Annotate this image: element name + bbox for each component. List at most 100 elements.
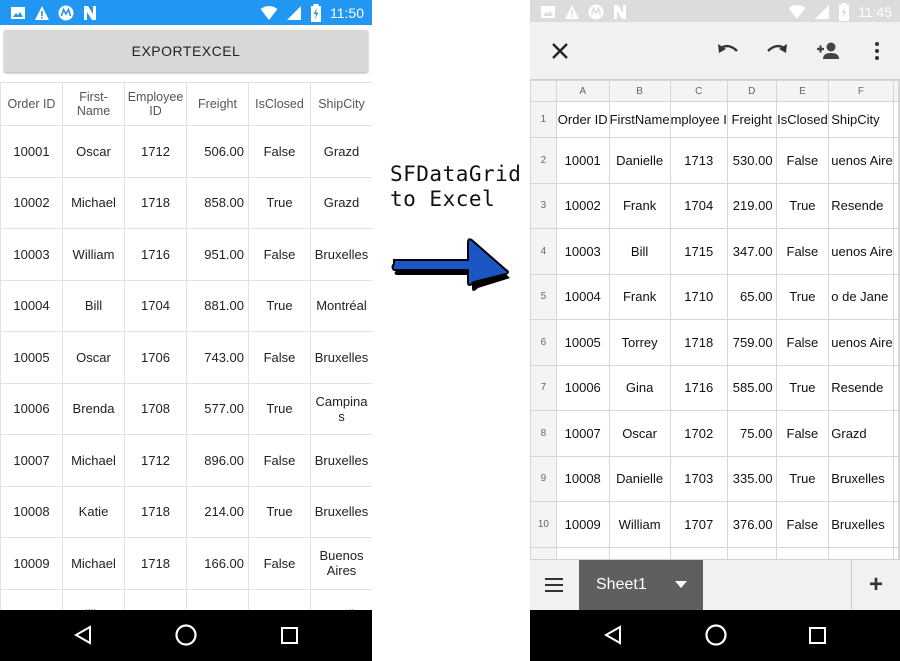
sheet-cell[interactable]: False <box>775 319 830 366</box>
sheet-cell[interactable]: Frank <box>608 273 671 320</box>
recents-icon[interactable] <box>807 624 829 646</box>
close-icon[interactable] <box>548 39 572 63</box>
sheet-cell[interactable]: 1716 <box>669 364 728 411</box>
corner-cell[interactable] <box>530 80 557 102</box>
sheet-cell[interactable]: Grazd <box>828 410 894 457</box>
column-letter[interactable]: A <box>555 80 610 102</box>
row-number[interactable]: 2 <box>530 137 557 184</box>
sheet-cell[interactable]: Bruxelles <box>828 501 894 548</box>
sheet-cell[interactable]: 10002 <box>555 182 610 229</box>
sheet-cell[interactable]: 65.00 <box>726 273 777 320</box>
grid-header-cell[interactable]: ShipCity <box>310 82 372 126</box>
sheet-cell[interactable]: o de Jane <box>828 273 894 320</box>
sheet-cell[interactable]: 1707 <box>669 501 728 548</box>
grid-header-cell[interactable]: IsClosed <box>248 82 311 126</box>
sheet-cell[interactable] <box>669 546 728 559</box>
sheet-cell[interactable] <box>898 182 900 229</box>
sheet-cell[interactable]: 10009 <box>555 501 610 548</box>
sheet-cell[interactable] <box>898 137 900 184</box>
add-person-icon[interactable] <box>815 39 841 63</box>
row-number[interactable]: 10 <box>530 501 557 548</box>
sheet-cell[interactable]: 219.00 <box>726 182 777 229</box>
sheet-cell[interactable] <box>898 101 900 138</box>
sheet-cell[interactable] <box>898 319 900 366</box>
sheet-cell[interactable]: 10008 <box>555 455 610 502</box>
row-number[interactable]: 4 <box>530 228 557 275</box>
more-vert-icon[interactable] <box>865 39 889 63</box>
sheet-cell[interactable]: 1710 <box>669 273 728 320</box>
sheet-cell[interactable]: False <box>775 410 830 457</box>
sheet-cell[interactable]: IsClosed <box>775 101 830 138</box>
sheet-cell[interactable]: 75.00 <box>726 410 777 457</box>
row-number[interactable]: 8 <box>530 410 557 457</box>
sheet-cell[interactable] <box>898 410 900 457</box>
sheet-cell[interactable] <box>775 546 830 559</box>
table-row[interactable]: 10009 Michael 1718 166.00 False Buenos Aires <box>0 537 372 590</box>
sheet-tab-sheet1[interactable]: Sheet1 <box>579 560 703 610</box>
sheet-cell[interactable]: William <box>608 501 671 548</box>
caret-down-icon[interactable] <box>675 581 687 589</box>
sheet-cell[interactable] <box>726 546 777 559</box>
sheet-cell[interactable]: True <box>775 182 830 229</box>
row-number[interactable]: 3 <box>530 182 557 229</box>
sheet-cell[interactable] <box>898 546 900 559</box>
sheet-cell[interactable]: 376.00 <box>726 501 777 548</box>
grid-header-cell[interactable]: Order ID <box>0 82 63 126</box>
column-letter[interactable]: C <box>669 80 728 102</box>
sheet-cell[interactable] <box>898 273 900 320</box>
sheet-cell[interactable]: FirstName <box>608 101 671 138</box>
sheet-cell[interactable]: 10001 <box>555 137 610 184</box>
sheet-cell[interactable]: 1703 <box>669 455 728 502</box>
row-number[interactable]: 5 <box>530 273 557 320</box>
sheet-cell[interactable]: ShipCity <box>828 101 894 138</box>
grid-header-cell[interactable]: Freight <box>186 82 249 126</box>
sheet-cell[interactable]: False <box>775 137 830 184</box>
sheet-cell[interactable]: Bruxelles <box>828 455 894 502</box>
sheet-cell[interactable] <box>898 501 900 548</box>
sheet-cell[interactable]: 10005 <box>555 319 610 366</box>
sheet-cell[interactable]: 335.00 <box>726 455 777 502</box>
table-row[interactable]: 10008 Katie 1718 214.00 True Bruxelles <box>0 485 372 538</box>
table-row[interactable]: 10006 Brenda 1708 577.00 True Campina s <box>0 382 372 435</box>
sheet-cell[interactable]: 347.00 <box>726 228 777 275</box>
table-row[interactable]: 10005 Oscar 1706 743.00 False Bruxelles <box>0 331 372 384</box>
column-letter[interactable]: E <box>775 80 830 102</box>
sheet-cell[interactable]: 1718 <box>669 319 728 366</box>
sheet-cell[interactable]: True <box>775 273 830 320</box>
table-row[interactable]: 10004 Bill 1704 881.00 True Montréal <box>0 279 372 332</box>
sheet-cell[interactable]: 10006 <box>555 364 610 411</box>
undo-icon[interactable] <box>715 39 741 63</box>
row-number[interactable]: 11 <box>530 546 557 559</box>
column-letter[interactable] <box>898 80 900 102</box>
sheet-cell[interactable]: Frank <box>608 182 671 229</box>
sheet-cell[interactable]: Freight <box>726 101 777 138</box>
sheet-cell[interactable]: 10003 <box>555 228 610 275</box>
sheet-cell[interactable]: mployee I <box>669 101 728 138</box>
recents-icon[interactable] <box>279 624 301 646</box>
sheet-cell[interactable]: Torrey <box>608 319 671 366</box>
data-grid[interactable]: Order ID First- Name Employee ID Freight IsClo… <box>0 82 372 610</box>
column-letter[interactable]: F <box>828 80 894 102</box>
sheet-cell[interactable]: True <box>775 364 830 411</box>
sheet-cell[interactable]: Bill <box>608 228 671 275</box>
sheet-cell[interactable]: False <box>775 228 830 275</box>
sheet-cell[interactable]: 759.00 <box>726 319 777 366</box>
home-icon[interactable] <box>704 624 728 646</box>
sheet-cell[interactable]: uenos Aire <box>828 319 894 366</box>
sheet-cell[interactable]: Resende <box>828 182 894 229</box>
row-number[interactable]: 7 <box>530 364 557 411</box>
back-icon[interactable] <box>602 624 624 646</box>
table-row[interactable]: 10002 Michael 1718 858.00 True Grazd <box>0 176 372 229</box>
sheet-cell[interactable]: 1713 <box>669 137 728 184</box>
sheet-cell[interactable]: 1704 <box>669 182 728 229</box>
row-number[interactable]: 1 <box>530 101 557 138</box>
home-icon[interactable] <box>174 624 198 646</box>
back-icon[interactable] <box>72 624 94 646</box>
column-letter[interactable]: D <box>726 80 777 102</box>
column-letter[interactable]: B <box>608 80 671 102</box>
spreadsheet-grid[interactable]: A B C D E F 1 Order ID FirstName mployee I Freight… <box>530 80 900 559</box>
sheet-cell[interactable]: Gina <box>608 364 671 411</box>
sheet-cell[interactable]: Order ID <box>555 101 610 138</box>
sheet-cell[interactable]: uenos Aire <box>828 137 894 184</box>
sheet-cell[interactable] <box>555 546 610 559</box>
